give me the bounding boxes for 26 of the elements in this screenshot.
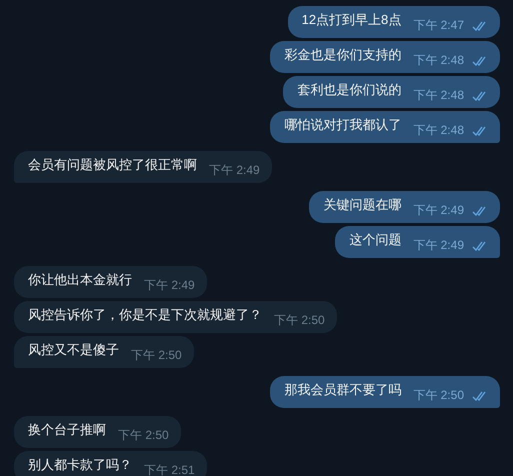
message-time: 下午 2:51: [144, 462, 195, 476]
message-time: 下午 2:49: [413, 202, 464, 219]
message-time: 下午 2:50: [274, 312, 325, 329]
message-text: 那我会员群不要了吗: [284, 382, 402, 398]
message-time: 下午 2:49: [413, 237, 464, 254]
message-text: 会员有问题被风控了很正常啊: [28, 157, 197, 173]
message-time: 下午 2:47: [413, 17, 464, 34]
message-text: 哪怕说对打我都认了: [284, 117, 402, 133]
message-time: 下午 2:48: [413, 87, 464, 104]
message-time: 下午 2:49: [144, 277, 195, 294]
message-time: 下午 2:50: [118, 427, 169, 444]
message-text: 风控又不是傻子: [28, 342, 119, 358]
message-text: 12点打到早上8点: [302, 12, 402, 28]
message-text: 你让他出本金就行: [28, 272, 132, 288]
message-time: 下午 2:48: [413, 52, 464, 69]
message-time: 下午 2:49: [209, 162, 260, 179]
message-text: 别人都卡款了吗？: [28, 457, 132, 473]
message-text: 这个问题: [349, 232, 402, 248]
message-text: 彩金也是你们支持的: [284, 47, 402, 63]
message-text: 风控告诉你了，你是不是下次就规避了？: [28, 307, 262, 323]
message-text: 关键问题在哪: [323, 197, 402, 213]
message-time: 下午 2:50: [413, 387, 464, 404]
message-time: 下午 2:50: [131, 347, 182, 364]
message-time: 下午 2:48: [413, 122, 464, 139]
message-text: 换个台子推啊: [28, 422, 106, 438]
message-text: 套利也是你们说的: [297, 82, 402, 98]
